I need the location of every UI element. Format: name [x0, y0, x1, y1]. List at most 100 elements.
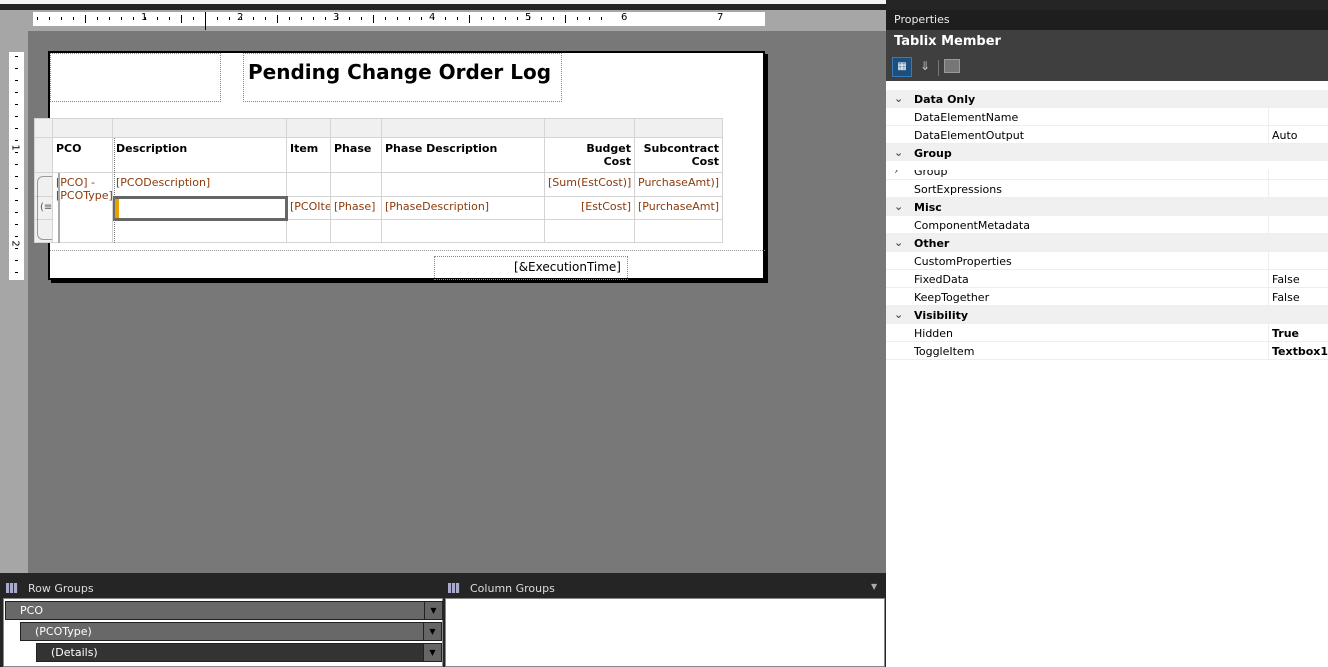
footer-cell[interactable]: [287, 220, 331, 243]
row-group-label: (Details): [51, 646, 98, 659]
detail-cell[interactable]: [Phase]: [331, 197, 382, 220]
group-cell[interactable]: PurchaseAmt)]: [635, 173, 723, 197]
header-cell[interactable]: Budget Cost: [545, 138, 635, 173]
header-textbox[interactable]: [50, 53, 221, 102]
property-value[interactable]: False: [1272, 291, 1300, 304]
property-value[interactable]: False: [1272, 273, 1300, 286]
property-row[interactable]: FixedData False: [886, 270, 1328, 288]
ruler-tick: [15, 176, 18, 177]
chevron-down-icon[interactable]: ⌄: [894, 200, 903, 213]
row-group-item[interactable]: (Details) ▼: [36, 643, 442, 662]
property-row[interactable]: CustomProperties: [886, 252, 1328, 270]
group-cell[interactable]: [PCO] - [PCOType]: [53, 173, 113, 243]
dropdown-arrow-icon[interactable]: ▼: [423, 644, 441, 661]
title-textbox[interactable]: Pending Change Order Log: [243, 53, 562, 102]
ruler-tick: [301, 17, 302, 20]
ruler-tick: [457, 17, 458, 20]
row-group-item[interactable]: (PCOType) ▼: [20, 622, 442, 641]
ruler-tick: [361, 17, 362, 20]
ruler-tick: [313, 17, 314, 20]
property-row[interactable]: ToggleItem Textbox103: [886, 342, 1328, 360]
property-category[interactable]: ⌄ Data Only: [886, 90, 1328, 108]
property-row[interactable]: Hidden True: [886, 324, 1328, 342]
detail-cell[interactable]: [PurchaseAmt]: [635, 197, 723, 220]
column-handle[interactable]: [382, 118, 545, 138]
ruler-tick: [277, 15, 278, 23]
ruler-tick: [253, 17, 254, 20]
header-cell[interactable]: Description: [113, 138, 287, 173]
header-cell[interactable]: Phase Description: [382, 138, 545, 173]
row-handle[interactable]: [34, 138, 53, 173]
footer-cell[interactable]: [113, 220, 287, 243]
detail-cell[interactable]: [PhaseDescription]: [382, 197, 545, 220]
ruler-tick: [15, 272, 18, 273]
ruler-tick: [469, 15, 470, 23]
chevron-down-icon[interactable]: ⌄: [894, 146, 903, 159]
property-value[interactable]: Auto: [1272, 129, 1298, 142]
ruler-tick: [409, 17, 410, 20]
detail-cell[interactable]: [PCOIte: [287, 197, 331, 220]
ruler-tick: [385, 17, 386, 20]
property-value[interactable]: True: [1272, 327, 1299, 340]
property-row[interactable]: DataElementOutput Auto: [886, 126, 1328, 144]
ruler-tick: [15, 224, 18, 225]
ruler-number: 2: [9, 240, 21, 247]
selected-cell[interactable]: [113, 196, 288, 221]
ruler-tick: [85, 15, 86, 23]
column-handle[interactable]: [545, 118, 635, 138]
property-row[interactable]: KeepTogether False: [886, 288, 1328, 306]
column-handle[interactable]: [113, 118, 287, 138]
ruler-number: 3: [333, 12, 340, 23]
chevron-down-icon[interactable]: ⌄: [894, 236, 903, 249]
property-category[interactable]: ⌄ Visibility: [886, 306, 1328, 324]
execution-time-textbox[interactable]: [&ExecutionTime]: [434, 256, 628, 280]
group-cell[interactable]: [PCODescription]: [113, 173, 287, 197]
footer-cell[interactable]: [545, 220, 635, 243]
chevron-down-icon[interactable]: ⌄: [894, 92, 903, 105]
footer-cell[interactable]: [331, 220, 382, 243]
column-handle[interactable]: [635, 118, 723, 138]
header-cell[interactable]: Item: [287, 138, 331, 173]
property-row[interactable]: DataElementName: [886, 108, 1328, 126]
row-group-item[interactable]: PCO ▼: [5, 601, 443, 620]
column-handle[interactable]: [53, 118, 113, 138]
header-cell[interactable]: PCO: [53, 138, 113, 173]
column-handle[interactable]: [287, 118, 331, 138]
property-pages-icon[interactable]: [944, 59, 960, 73]
pane-dropdown-icon[interactable]: ▼: [871, 582, 877, 591]
header-cell[interactable]: Subcontract Cost: [635, 138, 723, 173]
ruler-tick: [577, 17, 578, 20]
footer-cell[interactable]: [635, 220, 723, 243]
header-cell[interactable]: Phase: [331, 138, 382, 173]
ruler-tick: [15, 92, 18, 93]
property-value[interactable]: Textbox103: [1272, 345, 1328, 358]
detail-cell[interactable]: [EstCost]: [545, 197, 635, 220]
dropdown-arrow-icon[interactable]: ▼: [424, 602, 442, 619]
ruler-tick: [229, 17, 230, 20]
vertical-ruler: 12: [9, 52, 24, 280]
categorized-icon[interactable]: ▦: [892, 57, 912, 77]
alphabetical-sort-icon[interactable]: ⇓: [915, 57, 935, 77]
ruler-tick: [15, 236, 18, 237]
dropdown-arrow-icon[interactable]: ▼: [423, 623, 441, 640]
column-handle[interactable]: [331, 118, 382, 138]
chevron-down-icon[interactable]: ⌄: [894, 308, 903, 321]
group-cell[interactable]: [Sum(EstCost)]: [545, 173, 635, 197]
column-divider: [1268, 288, 1269, 306]
footer-cell[interactable]: [382, 220, 545, 243]
property-category[interactable]: ⌄ Misc: [886, 198, 1328, 216]
ruler-tick: [421, 17, 422, 20]
property-row[interactable]: SortExpressions: [886, 180, 1328, 198]
column-divider: [1268, 270, 1269, 288]
ruler-tick: [397, 17, 398, 20]
ruler-tick: [15, 116, 18, 117]
ruler-tick: [109, 17, 110, 20]
group-cell[interactable]: [331, 173, 382, 197]
group-cell[interactable]: [287, 173, 331, 197]
property-category[interactable]: ⌄ Group: [886, 144, 1328, 162]
property-row[interactable]: ComponentMetadata: [886, 216, 1328, 234]
property-category[interactable]: ⌄ Other: [886, 234, 1328, 252]
corner-handle[interactable]: [34, 118, 53, 138]
ruler-tick: [37, 17, 38, 20]
group-cell[interactable]: [382, 173, 545, 197]
